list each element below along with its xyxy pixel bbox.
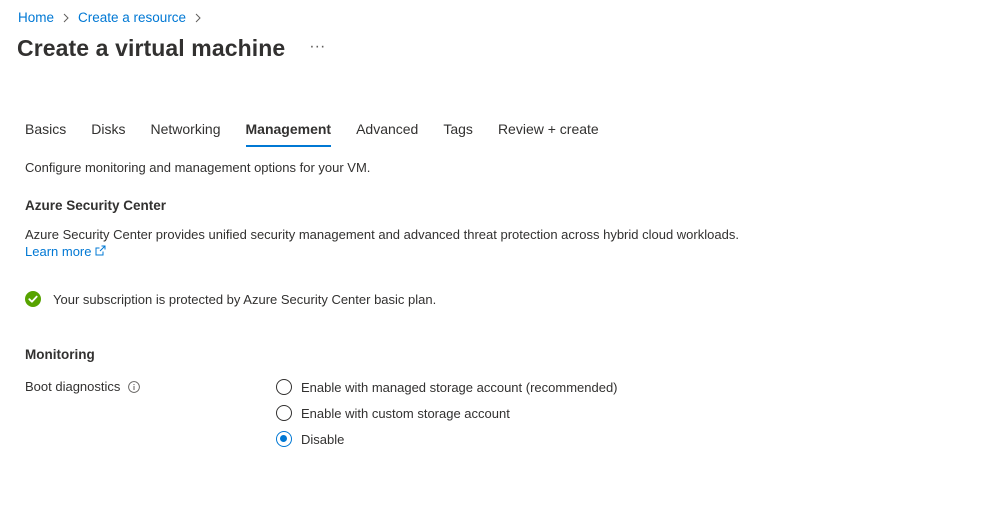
learn-more-label: Learn more [25, 244, 92, 259]
radio-button-selected[interactable] [276, 431, 292, 447]
boot-diagnostics-label-text: Boot diagnostics [25, 379, 121, 394]
tab-bar: Basics Disks Networking Management Advan… [25, 121, 624, 147]
radio-option-custom-storage[interactable]: Enable with custom storage account [276, 400, 618, 426]
page-title: Create a virtual machine [17, 35, 286, 61]
page: Home Create a resource Create a virtual … [0, 0, 1006, 519]
tab-networking[interactable]: Networking [150, 121, 220, 146]
security-status: Your subscription is protected by Azure … [25, 291, 436, 307]
tab-management[interactable]: Management [245, 121, 331, 147]
intro-text: Configure monitoring and management opti… [25, 160, 371, 175]
more-options-button[interactable]: ··· [309, 38, 325, 54]
check-circle-icon [25, 291, 41, 307]
security-heading: Azure Security Center [25, 198, 167, 213]
security-description: Azure Security Center provides unified s… [25, 227, 739, 242]
tab-disks[interactable]: Disks [91, 121, 125, 146]
boot-diagnostics-label: Boot diagnostics [25, 379, 141, 394]
radio-label: Disable [301, 431, 345, 447]
chevron-right-icon [60, 11, 72, 25]
boot-diagnostics-radio-group: Enable with managed storage account (rec… [276, 374, 618, 452]
external-link-icon [95, 244, 106, 259]
radio-label: Enable with managed storage account (rec… [301, 379, 618, 395]
breadcrumb-home-link[interactable]: Home [18, 10, 54, 25]
breadcrumb: Home Create a resource [18, 10, 210, 25]
tab-tags[interactable]: Tags [443, 121, 473, 146]
chevron-right-icon [192, 11, 204, 25]
security-status-text: Your subscription is protected by Azure … [53, 291, 437, 307]
radio-option-disable[interactable]: Disable [276, 426, 618, 452]
radio-button[interactable] [276, 405, 292, 421]
radio-option-managed-storage[interactable]: Enable with managed storage account (rec… [276, 374, 618, 400]
tab-review-create[interactable]: Review + create [498, 121, 599, 146]
monitoring-heading: Monitoring [25, 347, 95, 362]
learn-more-link[interactable]: Learn more [25, 244, 106, 259]
radio-label: Enable with custom storage account [301, 405, 510, 421]
breadcrumb-create-resource-link[interactable]: Create a resource [78, 10, 186, 25]
title-row: Create a virtual machine ··· [17, 35, 325, 62]
tab-advanced[interactable]: Advanced [356, 121, 418, 146]
tab-basics[interactable]: Basics [25, 121, 66, 146]
info-icon[interactable] [128, 380, 141, 393]
radio-button[interactable] [276, 379, 292, 395]
